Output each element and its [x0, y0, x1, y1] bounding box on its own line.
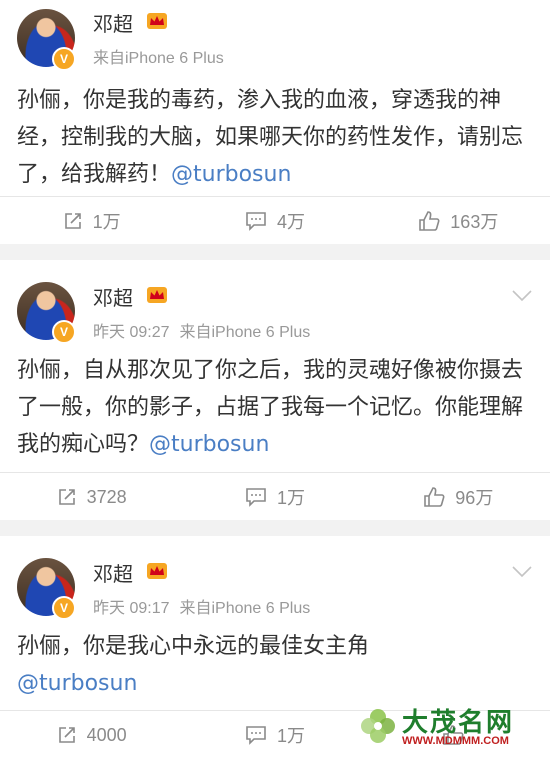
repost-button[interactable]: 3728: [0, 473, 183, 521]
repost-count: 3728: [86, 486, 127, 507]
post-source: 来自iPhone 6 Plus: [179, 600, 311, 617]
like-count: 96万: [455, 488, 494, 508]
repost-button[interactable]: 1万: [0, 197, 183, 245]
vip-crown-icon: [147, 13, 167, 29]
post-header: V 邓超 昨天 09:27 来自iPhone 6 Plus: [0, 260, 550, 344]
comment-button[interactable]: 1万: [183, 711, 366, 759]
repost-count: 1万: [92, 212, 121, 232]
comment-icon: [246, 212, 266, 231]
comment-button[interactable]: 4万: [183, 197, 366, 245]
like-button[interactable]: 163万: [367, 197, 550, 245]
author-name[interactable]: 邓超: [93, 282, 133, 311]
comment-count: 1万: [276, 726, 305, 746]
watermark-url: WWW.MDMMM.COM: [402, 735, 509, 747]
comment-icon: [246, 726, 266, 745]
watermark-title: 大茂名网: [402, 708, 515, 738]
like-button[interactable]: 96万: [367, 473, 550, 521]
comment-icon: [246, 488, 266, 507]
verified-v-icon: V: [52, 320, 76, 344]
clover-logo-icon: [361, 709, 395, 743]
vip-crown-icon: [147, 563, 167, 579]
mention-link[interactable]: @turbosun: [171, 162, 291, 187]
chevron-down-icon[interactable]: [512, 290, 532, 302]
author-name[interactable]: 邓超: [93, 558, 133, 587]
post-source: 来自iPhone 6 Plus: [93, 50, 224, 67]
post-body: 孙俪，你是我心中永远的最佳女主角: [17, 634, 370, 659]
post-header: V 邓超 来自iPhone 6 Plus: [0, 0, 550, 71]
post-text: 孙俪，自从那次见了你之后，我的灵魂好像被你摄去了一般，你的影子，占据了我每一个记…: [0, 342, 550, 464]
weibo-post-3: V 邓超 昨天 09:17 来自iPhone 6 Plus 孙俪，你是我心中永远的…: [0, 536, 550, 760]
repost-icon: [64, 213, 81, 229]
chevron-down-icon[interactable]: [512, 566, 532, 578]
repost-icon: [58, 489, 75, 505]
post-time: 昨天 09:27: [93, 324, 170, 341]
post-separator: [0, 520, 550, 536]
repost-count: 4000: [86, 724, 127, 745]
post-source: 来自iPhone 6 Plus: [179, 324, 311, 341]
post-body: 孙俪，自从那次见了你之后，我的灵魂好像被你摄去了一般，你的影子，占据了我每一个记…: [17, 358, 524, 457]
comment-button[interactable]: 1万: [183, 473, 366, 521]
repost-button[interactable]: 4000: [0, 711, 183, 759]
post-meta: 昨天 09:17 来自iPhone 6 Plus: [93, 594, 310, 618]
post-actions: 3728 1万 96万: [0, 472, 550, 521]
weibo-post-1: V 邓超 来自iPhone 6 Plus 孙俪，你是我的毒药，渗入我的血液，穿透…: [0, 0, 550, 244]
verified-v-icon: V: [52, 596, 76, 620]
post-meta: 昨天 09:27 来自iPhone 6 Plus: [93, 318, 310, 342]
comment-count: 4万: [276, 212, 305, 232]
post-separator: [0, 244, 550, 260]
post-actions: 1万 4万 163万: [0, 196, 550, 245]
comment-count: 1万: [276, 488, 305, 508]
site-watermark: 大茂名网 WWW.MDMMM.COM: [358, 702, 536, 752]
mention-link[interactable]: @turbosun: [17, 671, 137, 696]
like-count: 163万: [450, 212, 499, 232]
repost-icon: [58, 727, 75, 743]
post-time: 昨天 09:17: [93, 600, 170, 617]
post-text: 孙俪，你是我的毒药，渗入我的血液，穿透我的神经，控制我的大脑，如果哪天你的药性发…: [0, 70, 550, 193]
post-meta: 来自iPhone 6 Plus: [93, 44, 224, 68]
verified-v-icon: V: [52, 47, 76, 71]
mention-link[interactable]: @turbosun: [149, 432, 269, 457]
like-icon: [419, 211, 440, 231]
vip-crown-icon: [147, 287, 167, 303]
weibo-post-2: V 邓超 昨天 09:27 来自iPhone 6 Plus 孙俪，自从那次见了你之…: [0, 260, 550, 520]
post-header: V 邓超 昨天 09:17 来自iPhone 6 Plus: [0, 536, 550, 620]
post-text: 孙俪，你是我心中永远的最佳女主角 @turbosun: [0, 618, 550, 704]
author-name[interactable]: 邓超: [93, 8, 133, 37]
like-icon: [424, 487, 445, 507]
